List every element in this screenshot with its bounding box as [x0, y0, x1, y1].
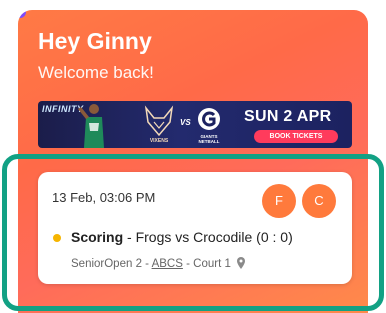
court-separator: -	[186, 258, 190, 270]
greeting-title: Hey Ginny	[38, 28, 152, 54]
player-image	[78, 104, 104, 148]
vixens-logo-icon	[144, 105, 174, 137]
book-tickets-button[interactable]: BOOK TICKETS	[254, 130, 338, 143]
promo-banner[interactable]: INFINITY VIXENS VS GIANTS NETBALL SUN 2 …	[38, 101, 352, 148]
court-name: Court 1	[193, 258, 231, 270]
match-card[interactable]: 13 Feb, 03:06 PM F C Scoring - Frogs vs …	[38, 172, 352, 284]
match-summary: Scoring - Frogs vs Crocodile (0 : 0)	[71, 229, 293, 245]
match-title: Frogs vs Crocodile (0 : 0)	[135, 229, 293, 245]
venue-separator: -	[145, 258, 150, 270]
event-date: SUN 2 APR	[244, 108, 332, 125]
match-status: Scoring	[71, 229, 124, 245]
team-avatar: C	[302, 184, 336, 218]
status-dot-icon	[53, 234, 61, 242]
match-datetime: 13 Feb, 03:06 PM	[52, 190, 156, 205]
vs-label: VS	[180, 118, 191, 127]
team-avatar: F	[262, 184, 296, 218]
greeting-subtitle: Welcome back!	[38, 63, 154, 82]
match-venue: SeniorOpen 2 - ABCS - Court 1	[71, 257, 246, 270]
location-pin-icon	[237, 257, 246, 269]
giants-label: GIANTS NETBALL	[198, 134, 220, 144]
match-separator: -	[123, 229, 136, 245]
competition-name: SeniorOpen 2	[71, 258, 142, 270]
venue-link[interactable]: ABCS	[152, 258, 183, 270]
vixens-label: VIXENS	[149, 138, 169, 144]
giants-logo-icon	[198, 108, 220, 130]
